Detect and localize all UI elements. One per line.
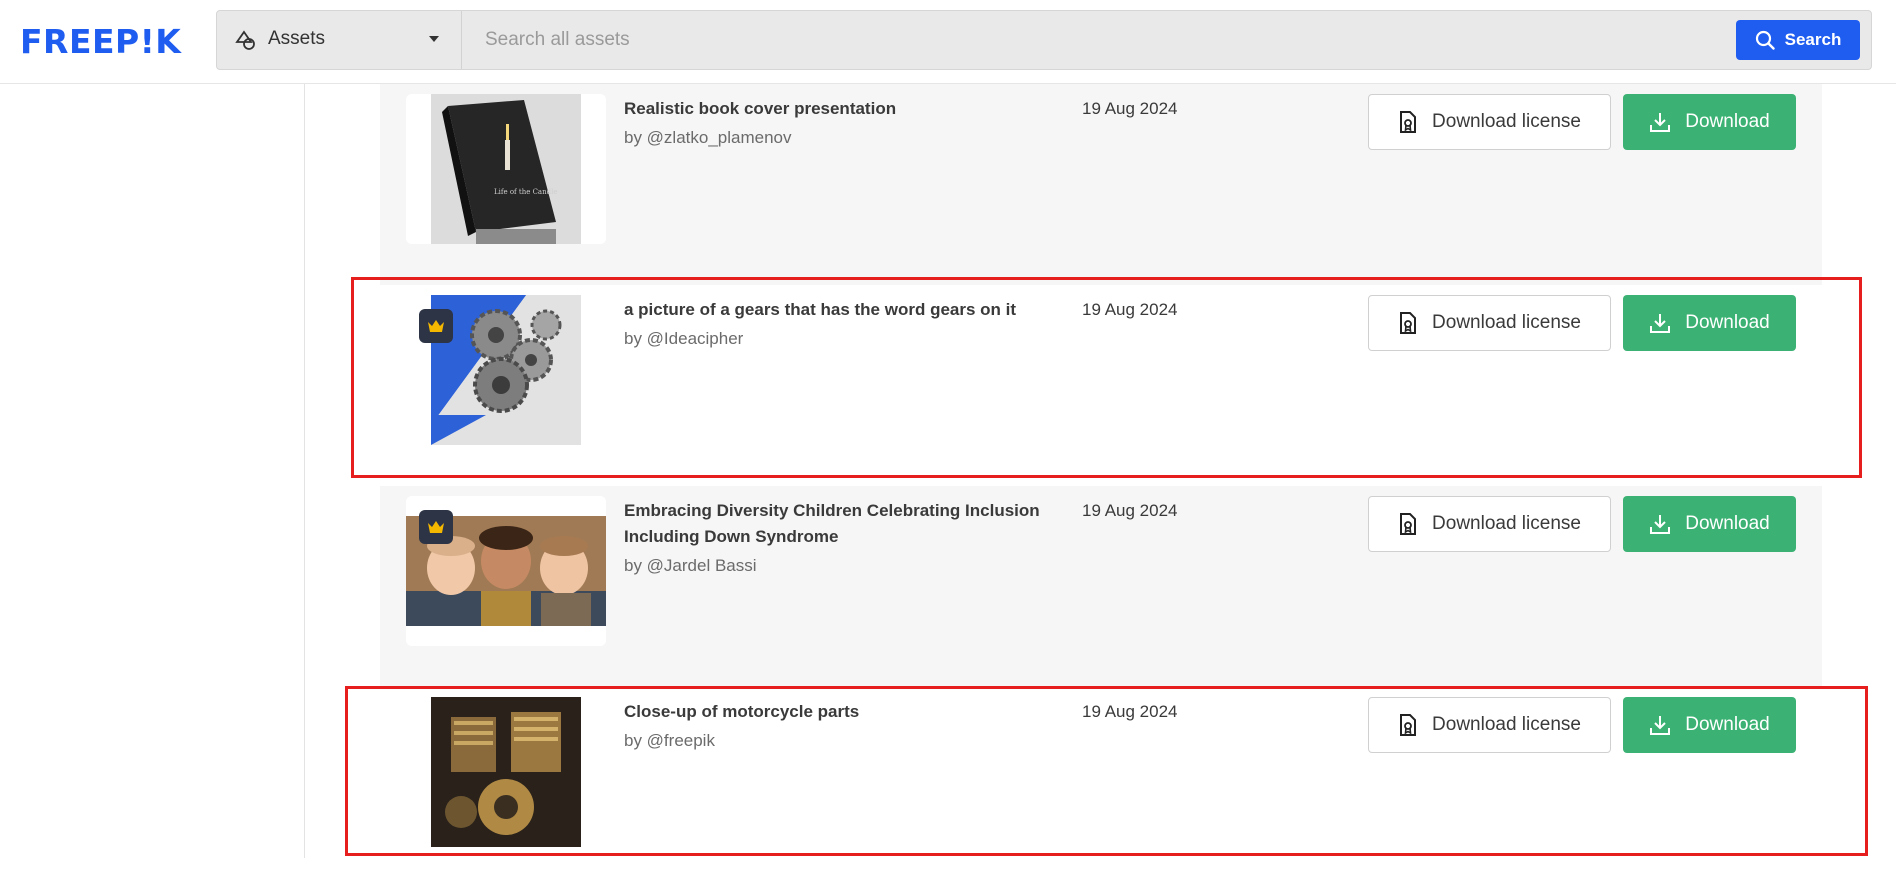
asset-type-dropdown[interactable]: Assets <box>217 11 462 69</box>
search-input[interactable] <box>473 19 1896 61</box>
download-icon <box>1650 515 1671 534</box>
download-label: Download <box>1685 513 1770 534</box>
download-icon <box>1650 314 1671 333</box>
download-license-button[interactable]: Download license <box>1368 496 1611 552</box>
download-license-button[interactable]: Download license <box>1368 697 1611 753</box>
download-license-label: Download license <box>1432 513 1581 534</box>
thumbnail-motorcycle[interactable] <box>406 697 606 847</box>
asset-author[interactable]: by @Ideacipher <box>624 329 743 349</box>
download-button[interactable]: Download <box>1623 697 1796 753</box>
asset-date: 19 Aug 2024 <box>1082 300 1178 319</box>
premium-badge <box>419 510 453 544</box>
book-cover-image: Life of the Candle <box>406 94 606 244</box>
download-license-button[interactable]: Download license <box>1368 295 1611 351</box>
thumbnail-book-cover[interactable]: Life of the Candle <box>406 94 606 244</box>
asset-title[interactable]: a picture of a gears that has the word g… <box>624 297 1044 323</box>
download-license-button[interactable]: Download license <box>1368 94 1611 150</box>
downloads-list: Life of the Candle Realistic book cover … <box>380 84 1822 858</box>
thumbnail-children[interactable] <box>406 496 606 646</box>
asset-author[interactable]: by @zlatko_plamenov <box>624 128 792 148</box>
download-icon <box>1650 716 1671 735</box>
asset-author[interactable]: by @freepik <box>624 731 715 751</box>
premium-badge <box>419 309 453 343</box>
license-file-icon <box>1400 714 1417 736</box>
search-icon <box>1755 30 1775 50</box>
asset-type-label: Assets <box>268 28 326 49</box>
crown-icon <box>428 320 444 332</box>
download-row: a picture of a gears that has the word g… <box>380 285 1822 486</box>
asset-title[interactable]: Embracing Diversity Children Celebrating… <box>624 498 1044 550</box>
license-file-icon <box>1400 312 1417 334</box>
download-button[interactable]: Download <box>1623 496 1796 552</box>
search-bar: Assets Search <box>216 10 1896 70</box>
caret-down-icon <box>429 36 439 42</box>
asset-date: 19 Aug 2024 <box>1082 501 1178 520</box>
assets-shapes-icon <box>235 30 255 50</box>
search-button[interactable]: Search <box>1736 20 1860 60</box>
download-license-label: Download license <box>1432 312 1581 333</box>
top-header: FREEP!K Assets Search <box>0 0 1896 84</box>
freepik-logo[interactable]: FREEP!K <box>20 24 181 60</box>
license-file-icon <box>1400 111 1417 133</box>
download-license-label: Download license <box>1432 714 1581 735</box>
download-icon <box>1650 113 1671 132</box>
download-row: Embracing Diversity Children Celebrating… <box>380 486 1822 687</box>
license-file-icon <box>1400 513 1417 535</box>
download-label: Download <box>1685 111 1770 132</box>
download-license-label: Download license <box>1432 111 1581 132</box>
download-row: Life of the Candle Realistic book cover … <box>380 84 1822 285</box>
svg-text:Life of the Candle: Life of the Candle <box>494 188 557 196</box>
asset-date: 19 Aug 2024 <box>1082 702 1178 721</box>
download-button[interactable]: Download <box>1623 295 1796 351</box>
motorcycle-image <box>406 697 606 847</box>
download-button[interactable]: Download <box>1623 94 1796 150</box>
asset-date: 19 Aug 2024 <box>1082 99 1178 118</box>
sidebar <box>0 84 305 858</box>
search-button-label: Search <box>1784 30 1842 49</box>
download-label: Download <box>1685 714 1770 735</box>
crown-icon <box>428 521 444 533</box>
asset-author[interactable]: by @Jardel Bassi <box>624 556 757 576</box>
asset-title[interactable]: Realistic book cover presentation <box>624 96 1044 122</box>
thumbnail-gears[interactable] <box>406 295 606 445</box>
download-label: Download <box>1685 312 1770 333</box>
asset-title[interactable]: Close-up of motorcycle parts <box>624 699 1044 725</box>
